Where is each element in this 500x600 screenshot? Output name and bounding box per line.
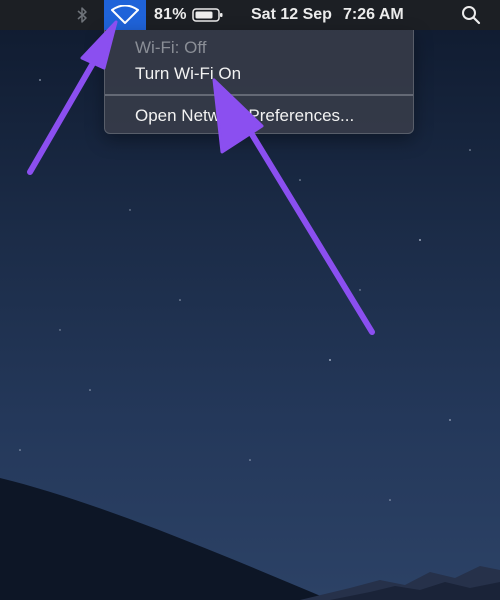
menu-separator bbox=[105, 94, 413, 96]
search-icon[interactable] bbox=[460, 0, 482, 30]
turn-wifi-on-item[interactable]: Turn Wi-Fi On bbox=[135, 64, 241, 84]
menubar-time[interactable]: 7:26 AM bbox=[343, 0, 404, 30]
menu-bar: 81% Sat 12 Sep 7:26 AM bbox=[0, 0, 500, 30]
open-network-preferences-item[interactable]: Open Network Preferences... bbox=[135, 106, 354, 126]
battery-icon[interactable] bbox=[192, 0, 224, 30]
wifi-status-label: Wi-Fi: Off bbox=[135, 38, 207, 57]
wifi-icon[interactable] bbox=[104, 0, 146, 30]
menubar-date[interactable]: Sat 12 Sep bbox=[251, 0, 332, 30]
bluetooth-icon[interactable] bbox=[73, 0, 91, 30]
wifi-dropdown-menu: Wi-Fi: Off Turn Wi-Fi On Open Network Pr… bbox=[104, 30, 414, 134]
battery-percentage[interactable]: 81% bbox=[154, 0, 187, 30]
battery-fill bbox=[195, 11, 213, 19]
